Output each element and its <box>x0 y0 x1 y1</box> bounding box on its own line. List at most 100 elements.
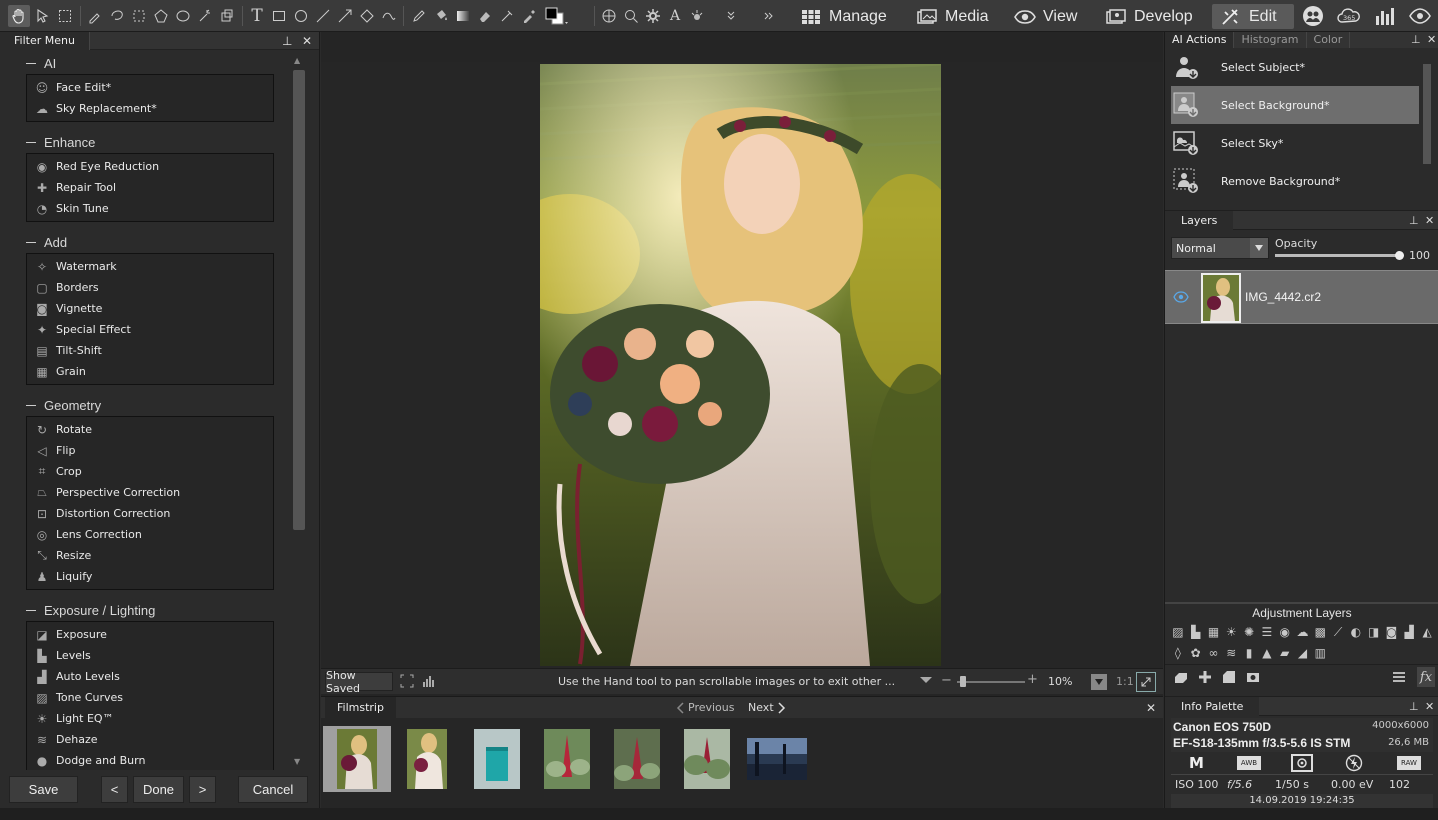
opacity-slider-handle[interactable] <box>1395 251 1404 260</box>
cloud-365-icon[interactable]: 365 <box>1336 4 1362 28</box>
zoom-level[interactable]: 10% <box>1048 675 1072 688</box>
pencil-tool-icon[interactable] <box>408 5 430 27</box>
mode-view-button[interactable]: View <box>1006 4 1085 29</box>
polygon-tool-icon[interactable] <box>356 5 378 27</box>
pin-icon[interactable]: ⊥ <box>1409 700 1419 713</box>
filter-item[interactable]: ✦ Special Effect <box>27 319 273 340</box>
pin-icon[interactable]: ⊥ <box>1409 214 1419 227</box>
adj-effects-icon[interactable]: ✿ <box>1187 645 1205 661</box>
filter-item[interactable]: ☺ Face Edit* <box>27 77 273 98</box>
add-layer-icon[interactable] <box>1197 669 1213 688</box>
adj-brightness-icon[interactable]: ☀ <box>1222 624 1240 640</box>
pin-icon[interactable]: ⊥ <box>1411 33 1421 46</box>
opacity-slider[interactable] <box>1275 251 1404 260</box>
filmstrip-thumbnail[interactable] <box>463 726 531 792</box>
chevron-double-right-icon[interactable] <box>758 5 780 27</box>
filter-item[interactable]: ● Dodge and Burn <box>27 750 273 770</box>
collapse-icon[interactable] <box>26 241 36 243</box>
adj-color-balance-icon[interactable]: ◉ <box>1276 624 1294 640</box>
scrollbar-thumb[interactable] <box>1423 64 1431 164</box>
adj-sliders-icon[interactable]: ☰ <box>1258 624 1276 640</box>
adj-threshold-icon[interactable]: ◭ <box>1418 624 1436 640</box>
cancel-button[interactable]: Cancel <box>238 776 308 803</box>
adj-hsl-icon[interactable]: ▦ <box>1205 624 1223 640</box>
visibility-eye-icon[interactable] <box>1173 291 1189 306</box>
hand-tool-icon[interactable] <box>8 5 30 27</box>
image-canvas[interactable] <box>321 62 1163 668</box>
filter-item[interactable]: ✚ Repair Tool <box>27 177 273 198</box>
fx-icon[interactable]: fx <box>1417 667 1435 687</box>
adj-vibrance-icon[interactable]: ☁ <box>1294 624 1312 640</box>
layer-name[interactable]: IMG_4442.cr2 <box>1245 290 1321 304</box>
select-sky-action[interactable]: Select Sky* <box>1171 124 1419 162</box>
zoom-slider[interactable] <box>957 676 1025 687</box>
lasso-tool-icon[interactable] <box>106 5 128 27</box>
select-background-action[interactable]: Select Background* <box>1171 86 1419 124</box>
filter-item[interactable]: ◪ Exposure <box>27 624 273 645</box>
zoom-slider-handle[interactable] <box>960 676 966 687</box>
filter-item[interactable]: ⌗ Crop <box>27 461 273 482</box>
scrollbar-thumb[interactable] <box>293 70 305 530</box>
filter-item[interactable]: ✧ Watermark <box>27 256 273 277</box>
text-tool-icon[interactable]: T <box>246 5 268 27</box>
collapse-icon[interactable] <box>26 404 36 406</box>
tab-color[interactable]: Color <box>1307 32 1351 48</box>
adj-curves-icon[interactable]: ▨ <box>1169 624 1187 640</box>
rectangle-tool-icon[interactable] <box>268 5 290 27</box>
ellipse-select-icon[interactable] <box>172 5 194 27</box>
next-image-button[interactable]: Next <box>748 701 786 714</box>
filter-item[interactable]: ◔ Skin Tune <box>27 198 273 219</box>
histogram-icon[interactable] <box>422 674 436 691</box>
remove-background-action[interactable]: Remove Background* <box>1171 162 1419 200</box>
blend-mode-select[interactable]: Normal <box>1171 237 1269 259</box>
filter-item[interactable]: ♟ Liquify <box>27 566 273 587</box>
clone-tool-icon[interactable] <box>216 5 238 27</box>
show-saved-button[interactable]: Show Saved <box>325 669 393 695</box>
adj-glasses-icon[interactable]: ∞ <box>1205 645 1223 661</box>
collapse-icon[interactable] <box>26 141 36 143</box>
filter-group-header[interactable]: Enhance <box>24 131 276 153</box>
adj-chart-icon[interactable]: ◢ <box>1294 645 1312 661</box>
filter-scrollbar[interactable]: ▲ ▼ <box>292 54 306 768</box>
filter-item[interactable]: ◎ Lens Correction <box>27 524 273 545</box>
smudge-tool-icon[interactable] <box>496 5 518 27</box>
sync-eye-icon[interactable] <box>1407 4 1433 28</box>
text-warp-icon[interactable]: A <box>664 5 686 27</box>
polygon-select-icon[interactable] <box>150 5 172 27</box>
stamp-icon[interactable] <box>1173 669 1189 688</box>
filter-item[interactable]: ◙ Vignette <box>27 298 273 319</box>
adj-brush-icon[interactable]: ⟋ <box>1329 624 1347 640</box>
menu-icon[interactable] <box>1391 669 1407 688</box>
curve-tool-icon[interactable] <box>378 5 400 27</box>
adj-dehaze-icon[interactable]: ◊ <box>1169 645 1187 661</box>
grid-overlay-icon[interactable] <box>598 5 620 27</box>
brush-tool-icon[interactable] <box>84 5 106 27</box>
mask-icon[interactable] <box>1221 669 1237 688</box>
layer-row[interactable]: IMG_4442.cr2 <box>1165 270 1438 324</box>
done-button[interactable]: Done <box>133 776 184 803</box>
filter-item[interactable]: ⏢ Perspective Correction <box>27 482 273 503</box>
filter-item[interactable]: ▦ Grain <box>27 361 273 382</box>
transform-tool-icon[interactable] <box>128 5 150 27</box>
tab-ai-actions[interactable]: AI Actions <box>1165 32 1235 48</box>
scroll-down-icon[interactable]: ▼ <box>294 757 300 766</box>
eyedropper-tool-icon[interactable] <box>518 5 540 27</box>
filter-item[interactable]: ◁ Flip <box>27 440 273 461</box>
opacity-value[interactable]: 100 <box>1409 249 1430 262</box>
mode-manage-button[interactable]: Manage <box>792 4 895 29</box>
previous-filter-button[interactable]: < <box>101 776 128 803</box>
adj-bw-icon[interactable]: ▮ <box>1240 645 1258 661</box>
filter-item[interactable]: ▟ Auto Levels <box>27 666 273 687</box>
filmstrip-tab[interactable]: Filmstrip <box>325 697 396 719</box>
filmstrip-thumbnail[interactable] <box>323 726 391 792</box>
chevron-double-down-icon[interactable] <box>720 5 742 27</box>
snapshot-icon[interactable] <box>1245 669 1261 688</box>
scroll-up-icon[interactable]: ▲ <box>294 56 300 65</box>
close-icon[interactable]: ✕ <box>1425 214 1434 227</box>
marquee-tool-icon[interactable] <box>54 5 76 27</box>
zoom-tool-icon[interactable] <box>620 5 642 27</box>
mode-edit-button[interactable]: Edit <box>1212 4 1294 29</box>
close-icon[interactable]: ✕ <box>302 34 312 48</box>
main-photo[interactable] <box>540 64 941 666</box>
chevron-down-icon[interactable] <box>919 675 933 688</box>
